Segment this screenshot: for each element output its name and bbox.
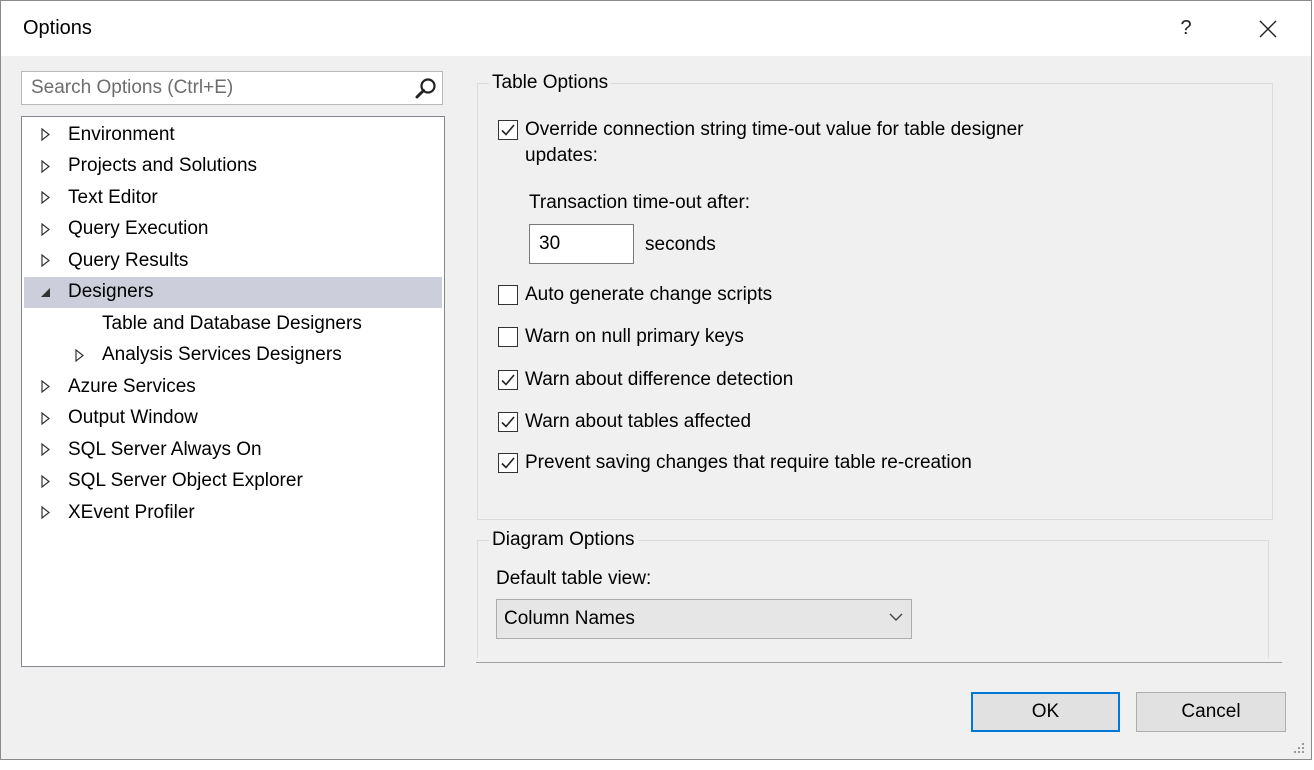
check-icon	[501, 416, 515, 428]
checkbox-label: Warn about difference detection	[525, 369, 794, 390]
checkbox-box[interactable]	[498, 327, 518, 347]
tree-item-label: Azure Services	[68, 375, 196, 397]
expand-arrow-icon[interactable]	[38, 506, 52, 520]
expand-arrow-icon[interactable]	[38, 222, 52, 236]
tree-item-label: SQL Server Object Explorer	[68, 470, 303, 491]
footer-divider	[476, 662, 1282, 663]
tree-item-label: Projects and Solutions	[68, 155, 258, 176]
checkbox-box[interactable]	[498, 285, 518, 305]
tree-item[interactable]: XEvent Profiler	[24, 497, 442, 528]
tree-item[interactable]: Query Execution	[24, 214, 442, 245]
tree-item[interactable]: Query Results	[24, 245, 442, 276]
expand-arrow-icon[interactable]	[38, 159, 52, 173]
close-icon	[1259, 20, 1277, 37]
check-icon	[501, 374, 515, 386]
ok-button[interactable]: OK	[971, 692, 1120, 732]
tree-item-label: Text Editor	[68, 186, 158, 208]
expand-arrow-icon[interactable]	[38, 411, 52, 425]
tree-item-label: SQL Server Always On	[68, 438, 262, 460]
close-button[interactable]	[1245, 1, 1291, 56]
diagram-options-title: Diagram Options	[489, 529, 638, 551]
override-label-line1: Override connection string time-out valu…	[525, 119, 1024, 140]
warn-null-keys-checkbox[interactable]: Warn on null primary keys	[498, 324, 744, 350]
table-options-title: Table Options	[489, 72, 612, 94]
cancel-button[interactable]: Cancel	[1136, 692, 1286, 732]
tree-item-label: Designers	[68, 281, 154, 302]
tree-item[interactable]: Projects and Solutions	[24, 151, 442, 182]
checkbox-box[interactable]	[498, 370, 518, 390]
warn-tables-affected-checkbox[interactable]: Warn about tables affected	[498, 409, 751, 435]
expand-arrow-icon[interactable]	[38, 474, 52, 488]
tree-item-label: Analysis Services Designers	[102, 344, 342, 365]
checkbox-label: Warn about tables affected	[525, 411, 752, 432]
search-box[interactable]	[21, 71, 443, 105]
prevent-saving-checkbox[interactable]: Prevent saving changes that require tabl…	[498, 450, 972, 476]
default-view-value: Column Names	[504, 608, 635, 629]
expand-arrow-icon[interactable]	[72, 348, 86, 362]
help-button[interactable]: ?	[1163, 1, 1209, 56]
checkbox-label: Auto generate change scripts	[525, 284, 773, 305]
tree-item[interactable]: SQL Server Object Explorer	[24, 466, 442, 497]
collapse-arrow-icon[interactable]	[38, 285, 52, 299]
options-dialog: Options ? Environment Projects and Soluti…	[0, 0, 1312, 760]
tree-item[interactable]: SQL Server Always On	[24, 434, 442, 465]
window-title: Options	[23, 17, 92, 39]
chevron-down-icon	[889, 613, 903, 621]
timeout-input[interactable]	[529, 224, 634, 264]
check-icon	[501, 124, 515, 136]
search-icon[interactable]	[414, 77, 438, 101]
checkbox-box[interactable]	[498, 120, 518, 140]
tree-item-label: Query Results	[68, 249, 189, 271]
tree-item-label: Table and Database Designers	[102, 312, 362, 334]
tree-item[interactable]: Table and Database Designers	[24, 308, 442, 339]
tree-item[interactable]: Text Editor	[24, 182, 442, 213]
check-icon	[501, 457, 515, 469]
expand-arrow-icon[interactable]	[38, 443, 52, 457]
tree-item[interactable]: Azure Services	[24, 371, 442, 402]
expand-arrow-icon[interactable]	[38, 191, 52, 205]
resize-grip-icon[interactable]	[1291, 740, 1305, 754]
warn-difference-checkbox[interactable]: Warn about difference detection	[498, 367, 793, 393]
default-view-label: Default table view:	[496, 568, 652, 589]
expand-arrow-icon[interactable]	[38, 380, 52, 394]
checkbox-label: Warn on null primary keys	[525, 326, 744, 347]
tree-item[interactable]: Designers	[24, 276, 442, 308]
checkbox-box[interactable]	[498, 412, 518, 432]
tree-item[interactable]: Analysis Services Designers	[24, 340, 442, 371]
tree-item-label: Environment	[68, 123, 175, 145]
checkbox-box[interactable]	[498, 453, 518, 473]
expand-arrow-icon[interactable]	[38, 128, 52, 142]
tree-item[interactable]: Environment	[24, 119, 442, 150]
override-timeout-checkbox[interactable]: Override connection string time-out valu…	[498, 117, 1023, 169]
auto-generate-scripts-checkbox[interactable]: Auto generate change scripts	[498, 282, 772, 308]
tree-item-label: Output Window	[68, 407, 198, 428]
tree-item-label: Query Execution	[68, 218, 209, 239]
tree-item[interactable]: Output Window	[24, 403, 442, 434]
seconds-label: seconds	[645, 234, 716, 255]
search-input[interactable]	[22, 72, 411, 104]
expand-arrow-icon[interactable]	[38, 254, 52, 268]
tree-item-label: XEvent Profiler	[68, 501, 195, 523]
transaction-timeout-label: Transaction time-out after:	[529, 192, 751, 213]
checkbox-label: Prevent saving changes that require tabl…	[525, 452, 972, 473]
override-label-line2: updates:	[525, 145, 598, 166]
options-tree[interactable]: Environment Projects and Solutions Text Ed…	[21, 116, 445, 667]
title-bar: Options ?	[1, 1, 1311, 56]
default-view-select[interactable]: Column Names	[496, 599, 912, 639]
